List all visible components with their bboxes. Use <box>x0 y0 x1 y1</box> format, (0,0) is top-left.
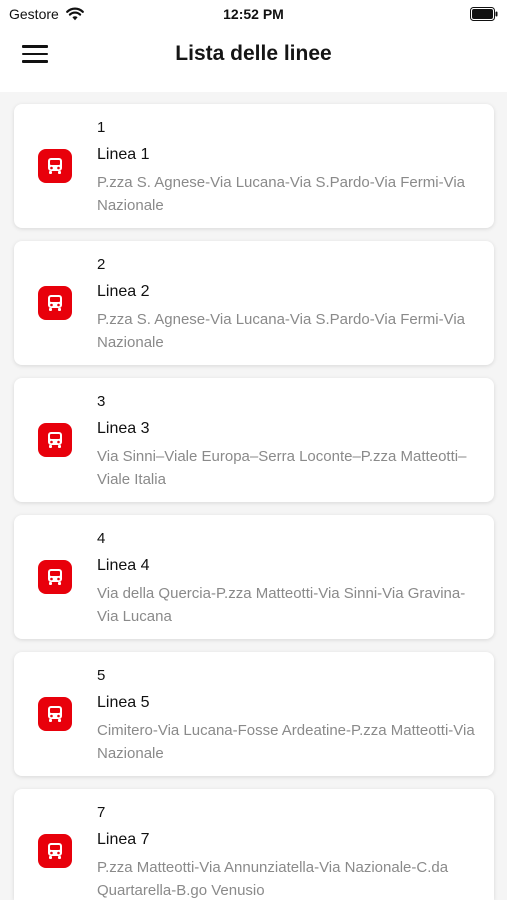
page-title: Lista delle linee <box>175 42 332 65</box>
line-name: Linea 3 <box>97 420 150 437</box>
line-route: P.zza S. Agnese-Via Lucana-Via S.Pardo-V… <box>97 311 465 351</box>
bus-icon <box>38 149 72 183</box>
line-route: P.zza Matteotti-Via Annunziatella-Via Na… <box>97 859 449 899</box>
bus-icon <box>38 560 72 594</box>
line-code: 4 <box>97 530 106 547</box>
line-route: P.zza S. Agnese-Via Lucana-Via S.Pardo-V… <box>97 174 465 214</box>
lines-list[interactable]: 1 Linea 1 P.zza S. Agnese-Via Lucana-Via… <box>0 92 507 900</box>
line-name: Linea 2 <box>97 283 150 300</box>
bus-icon <box>38 697 72 731</box>
line-card[interactable]: 3 Linea 3 Via Sinni–Viale Europa–Serra L… <box>14 378 494 502</box>
line-card[interactable]: 2 Linea 2 P.zza S. Agnese-Via Lucana-Via… <box>14 241 494 365</box>
line-route: Cimitero-Via Lucana-Fosse Ardeatine-P.zz… <box>97 722 475 762</box>
line-code: 2 <box>97 256 106 273</box>
line-card[interactable]: 5 Linea 5 Cimitero-Via Lucana-Fosse Arde… <box>14 652 494 776</box>
bus-icon <box>38 286 72 320</box>
line-card[interactable]: 7 Linea 7 P.zza Matteotti-Via Annunziate… <box>14 789 494 900</box>
battery-icon <box>470 7 498 21</box>
line-card[interactable]: 4 Linea 4 Via della Quercia-P.zza Matteo… <box>14 515 494 639</box>
line-name: Linea 7 <box>97 831 150 848</box>
bus-icon <box>38 834 72 868</box>
line-name: Linea 4 <box>97 557 150 574</box>
line-route: Via della Quercia-P.zza Matteotti-Via Si… <box>97 585 466 625</box>
bus-icon <box>38 423 72 457</box>
status-bar: Gestore 12:52 PM <box>0 0 507 30</box>
line-code: 3 <box>97 393 106 410</box>
line-code: 7 <box>97 804 106 821</box>
navigation-bar: Lista delle linee <box>0 30 507 92</box>
line-code: 5 <box>97 667 106 684</box>
status-time: 12:52 PM <box>223 6 284 22</box>
line-card[interactable]: 1 Linea 1 P.zza S. Agnese-Via Lucana-Via… <box>14 104 494 228</box>
line-name: Linea 5 <box>97 694 150 711</box>
line-code: 1 <box>97 119 106 136</box>
line-name: Linea 1 <box>97 146 150 163</box>
line-route: Via Sinni–Viale Europa–Serra Loconte–P.z… <box>97 448 467 488</box>
